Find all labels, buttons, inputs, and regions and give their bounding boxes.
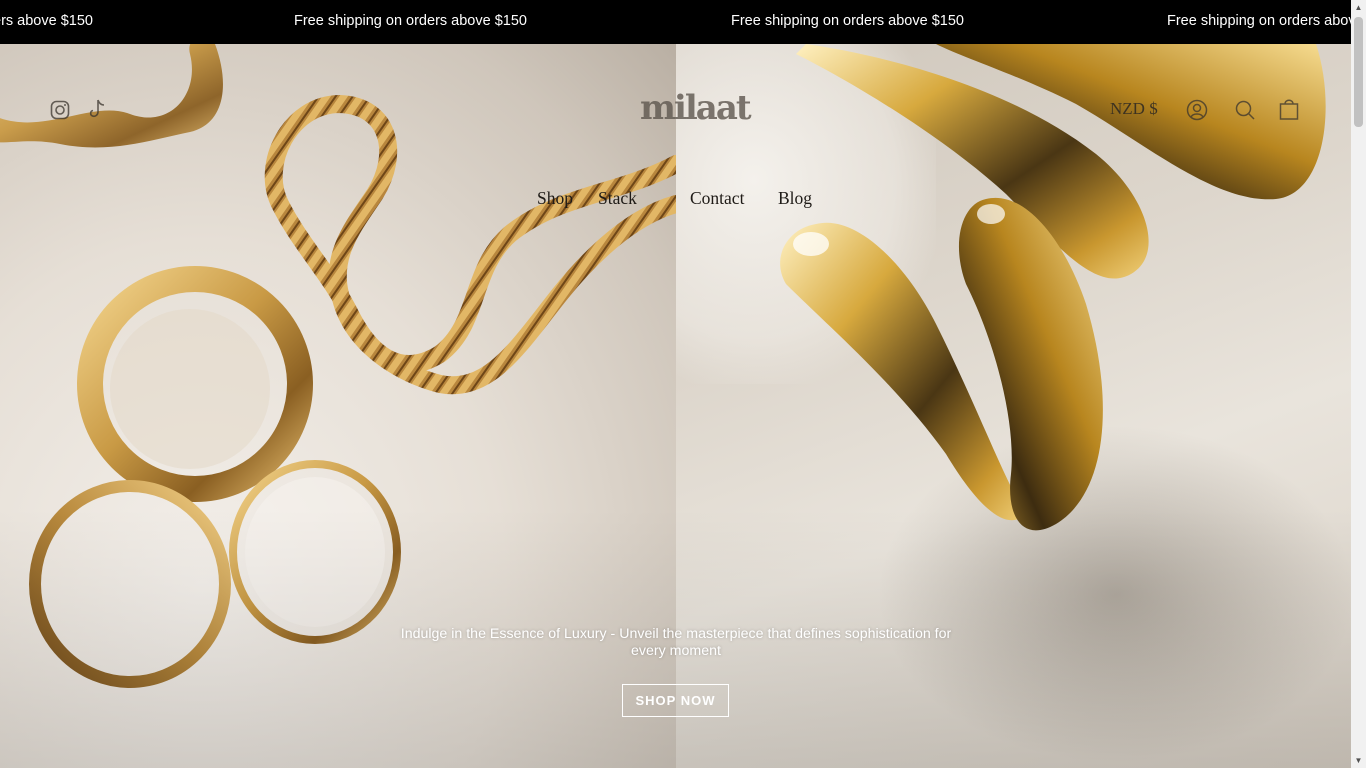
nav-item-blog[interactable]: Blog xyxy=(778,188,812,209)
instagram-icon[interactable] xyxy=(50,100,70,125)
page-scrollbar[interactable]: ▲ ▼ xyxy=(1351,0,1366,768)
cart-icon[interactable] xyxy=(1279,97,1299,126)
nav-item-stack[interactable]: Stack xyxy=(598,188,637,209)
shop-now-button[interactable]: SHOP NOW xyxy=(622,684,729,717)
hero-tagline: Indulge in the Essence of Luxury - Unvei… xyxy=(400,626,952,659)
scrollbar-thumb[interactable] xyxy=(1354,17,1363,127)
tiktok-icon[interactable] xyxy=(88,99,106,124)
currency-selector[interactable]: NZD $ xyxy=(1110,99,1158,119)
nav-item-shop[interactable]: Shop xyxy=(537,188,573,209)
scroll-down-arrow-icon[interactable]: ▼ xyxy=(1351,753,1366,768)
announcement-message: Free shipping on orders above $150 xyxy=(294,13,527,29)
announcement-message: Free shipping on orders above $150 xyxy=(1167,13,1351,29)
announcement-bar: Free shipping on orders above $150 Free … xyxy=(0,0,1351,44)
scroll-up-arrow-icon[interactable]: ▲ xyxy=(1351,0,1366,15)
search-icon[interactable] xyxy=(1234,99,1256,126)
account-icon[interactable] xyxy=(1186,99,1208,126)
nav-item-contact[interactable]: Contact xyxy=(690,188,744,209)
announcement-message: Free shipping on orders above $150 xyxy=(731,13,964,29)
brand-logo[interactable]: milaat xyxy=(640,88,752,132)
announcement-message: Free shipping on orders above $150 xyxy=(0,13,93,29)
